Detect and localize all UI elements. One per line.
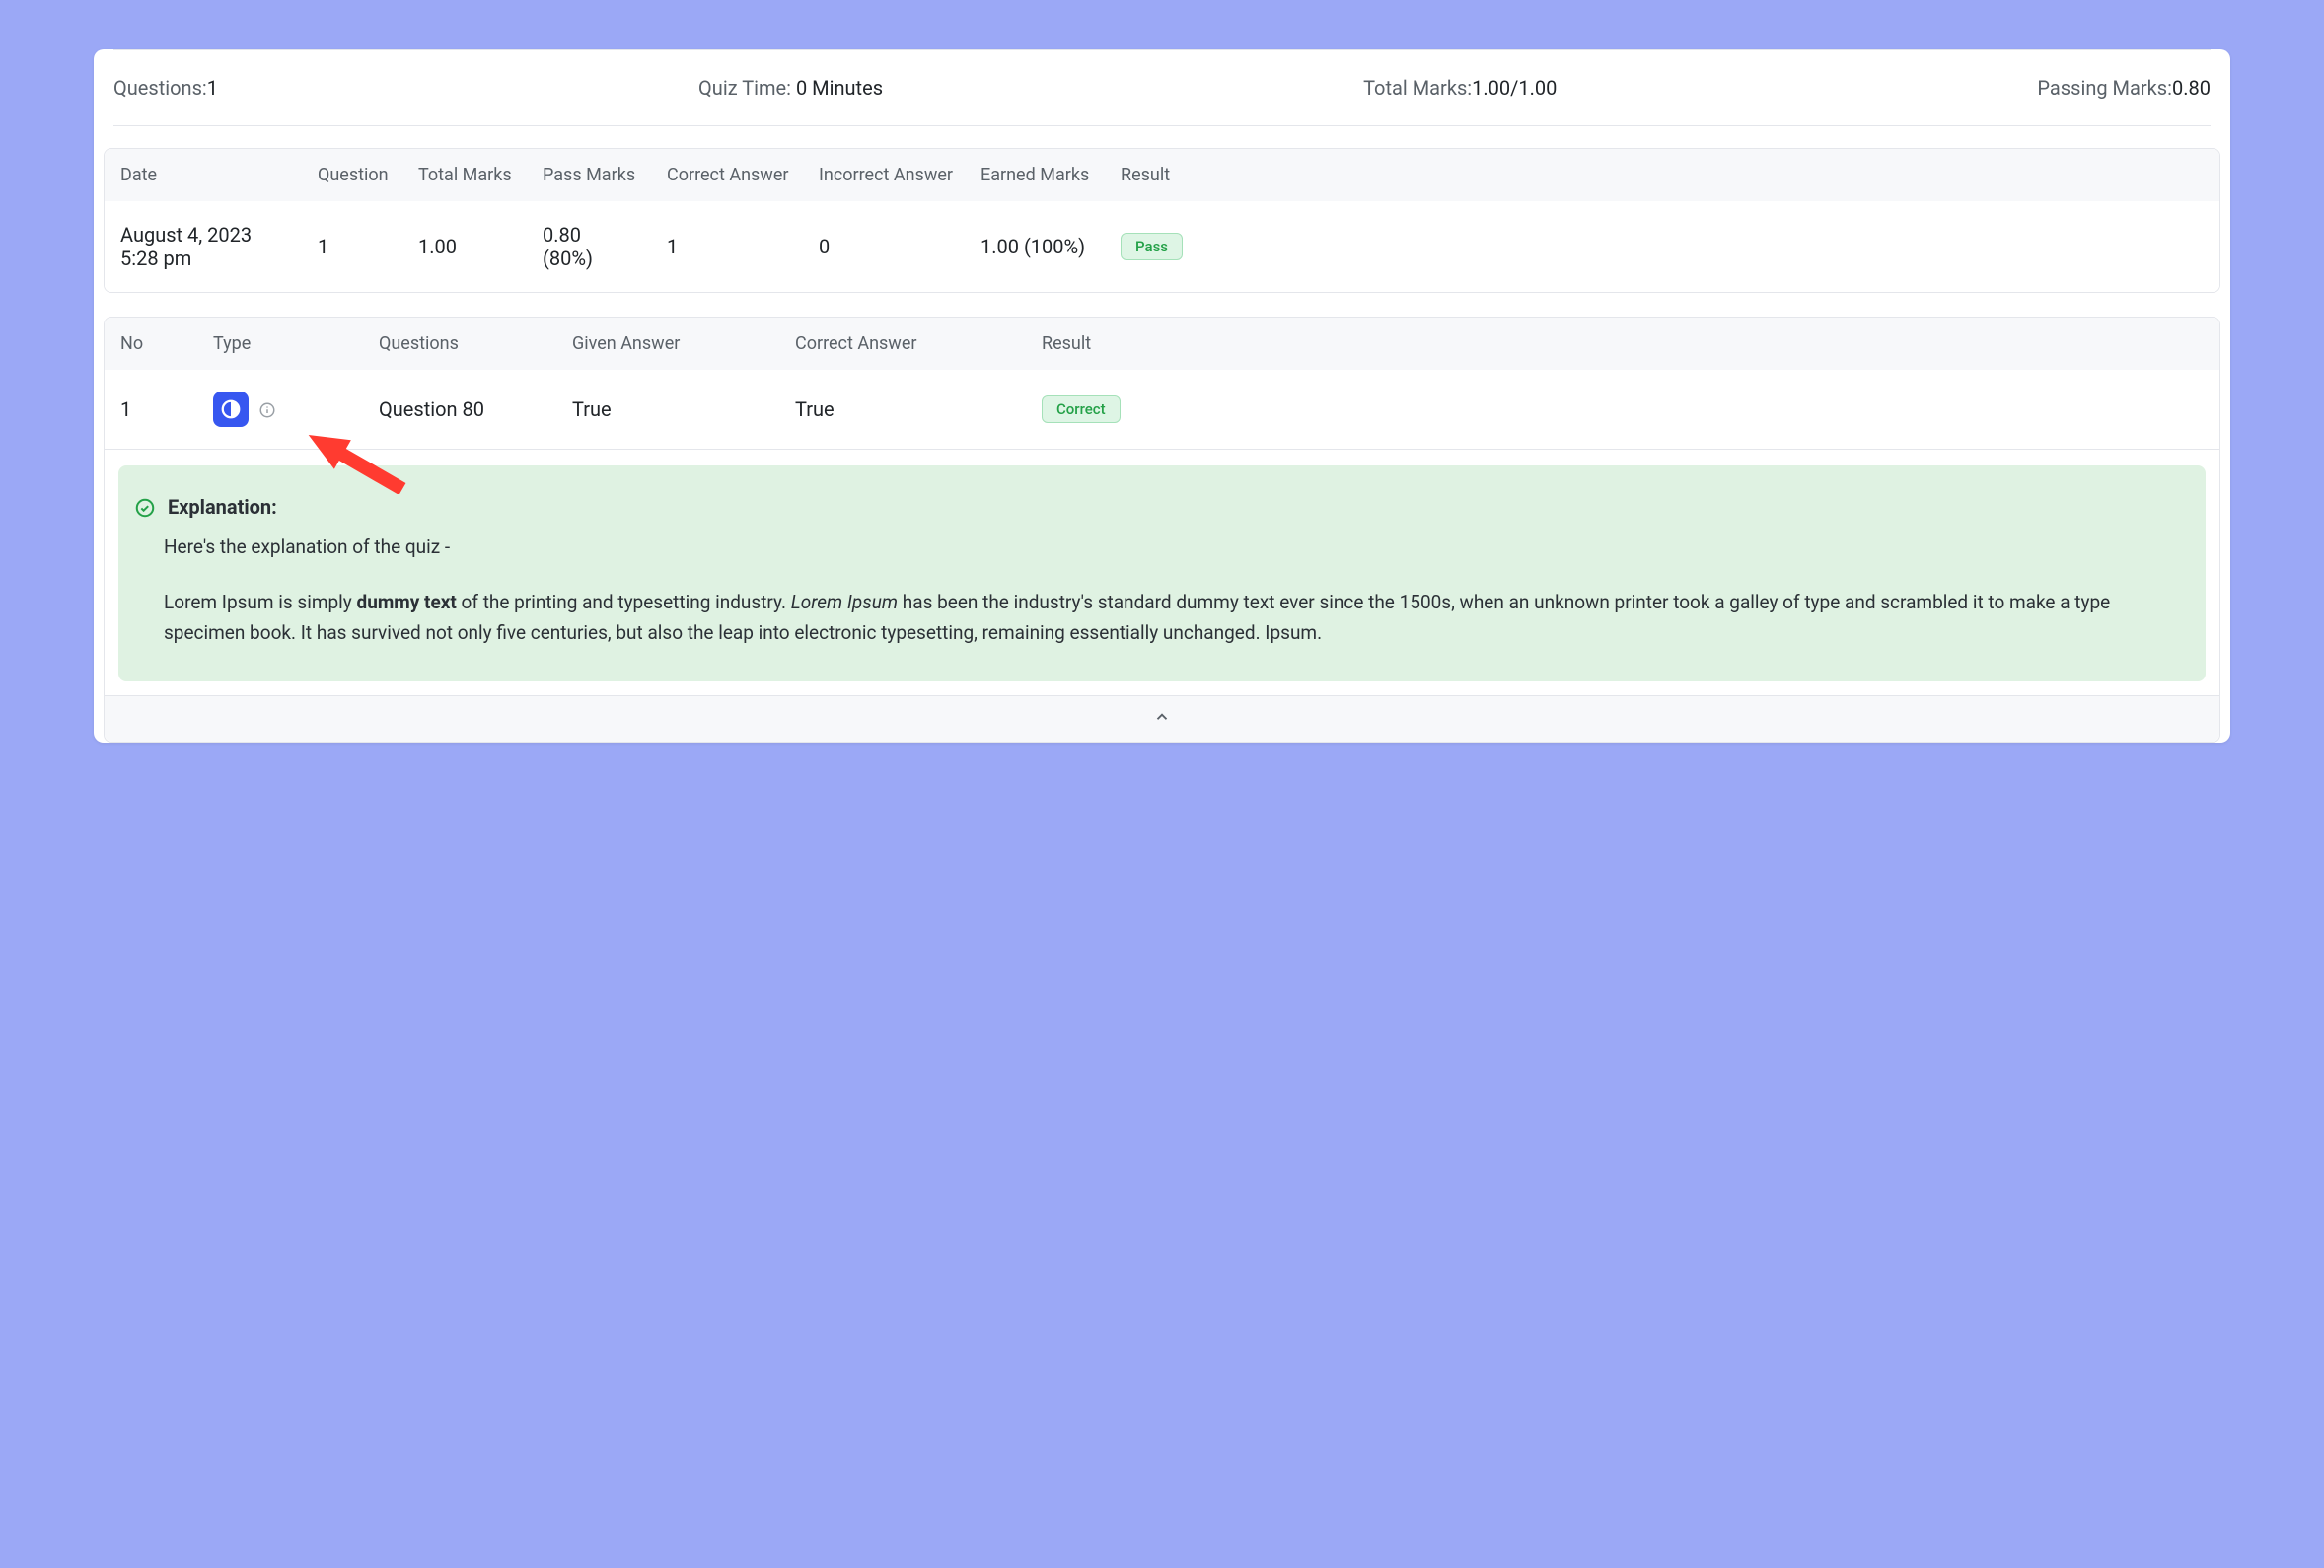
attempts-table: Date Question Total Marks Pass Marks Cor… (104, 148, 2220, 293)
col-earned: Earned Marks (980, 165, 1121, 185)
explanation-box: Explanation: Here's the explanation of t… (118, 465, 2206, 681)
col-correct: Correct Answer (667, 165, 819, 185)
collapse-toggle[interactable] (105, 695, 2219, 742)
info-icon[interactable] (258, 400, 276, 418)
explanation-p1-bold: dummy text (357, 591, 457, 613)
col-correct-ans: Correct Answer (795, 333, 1042, 354)
col-result: Result (1121, 165, 1180, 185)
col-pass-marks: Pass Marks (543, 165, 667, 185)
col-given: Given Answer (572, 333, 795, 354)
correct-badge: Correct (1042, 395, 1121, 423)
quiz-results-card: Questions:1 Quiz Time: 0 Minutes Total M… (94, 49, 2230, 743)
cell-date-line2: 5:28 pm (120, 247, 318, 270)
cell-question: 1 (318, 235, 418, 258)
summary-total-marks: Total Marks:1.00/1.00 (1363, 76, 1557, 100)
col-question: Question (318, 165, 418, 185)
explanation-p1a: Lorem Ipsum is simply (164, 591, 357, 613)
col-date: Date (120, 165, 318, 185)
chevron-up-icon (1153, 708, 1171, 726)
total-marks-value: 1.00/1.00 (1472, 76, 1557, 100)
pass-badge: Pass (1121, 233, 1183, 260)
cell-result-badge: Correct (1042, 395, 1160, 423)
summary-quiz-time: Quiz Time: 0 Minutes (698, 76, 883, 100)
cell-pass-marks: 0.80 (80%) (543, 223, 667, 270)
col-incorrect: Incorrect Answer (819, 165, 980, 185)
cell-earned: 1.00 (100%) (980, 235, 1121, 258)
summary-passing-marks: Passing Marks:0.80 (2037, 76, 2211, 100)
cell-date-line1: August 4, 2023 (120, 223, 318, 247)
attempts-header-row: Date Question Total Marks Pass Marks Cor… (105, 149, 2219, 201)
summary-stats: Questions:1 Quiz Time: 0 Minutes Total M… (113, 50, 2211, 125)
col-total-marks: Total Marks (418, 165, 543, 185)
cell-correct-ans: True (795, 397, 1042, 421)
cell-type (213, 392, 379, 427)
details-row: 1 Question 80 True True Correct (105, 370, 2219, 450)
cell-pass-marks-line2: (80%) (543, 247, 667, 270)
questions-label: Questions: (113, 76, 207, 100)
attempts-row: August 4, 2023 5:28 pm 1 1.00 0.80 (80%)… (105, 201, 2219, 292)
details-table: No Type Questions Given Answer Correct A… (104, 317, 2220, 743)
cell-result: Pass (1121, 233, 1180, 260)
cell-question-text: Question 80 (379, 397, 572, 421)
col-no: No (120, 333, 213, 354)
cell-correct: 1 (667, 235, 819, 258)
explanation-body: Lorem Ipsum is simply dummy text of the … (164, 588, 2178, 648)
total-marks-label: Total Marks: (1363, 76, 1472, 100)
quiz-time-label: Quiz Time: (698, 76, 791, 100)
summary-questions: Questions:1 (113, 76, 218, 100)
quiz-time-value: 0 Minutes (796, 76, 883, 100)
explanation-title: Explanation: (168, 491, 277, 523)
contrast-icon (213, 392, 249, 427)
check-circle-icon (134, 496, 156, 518)
cell-incorrect: 0 (819, 235, 980, 258)
cell-no: 1 (120, 397, 213, 421)
cell-pass-marks-line1: 0.80 (543, 223, 667, 247)
questions-value: 1 (207, 76, 218, 100)
details-header-row: No Type Questions Given Answer Correct A… (105, 318, 2219, 370)
passing-marks-value: 0.80 (2172, 76, 2211, 100)
explanation-intro: Here's the explanation of the quiz - (164, 533, 2178, 562)
col-type: Type (213, 333, 379, 354)
passing-marks-label: Passing Marks: (2037, 76, 2172, 100)
explanation-p1b: of the printing and typesetting industry… (457, 591, 791, 613)
col-questions: Questions (379, 333, 572, 354)
cell-total-marks: 1.00 (418, 235, 543, 258)
col-result2: Result (1042, 333, 1160, 354)
cell-given: True (572, 397, 795, 421)
explanation-p1-italic: Lorem Ipsum (791, 591, 898, 613)
summary-section: Questions:1 Quiz Time: 0 Minutes Total M… (94, 49, 2230, 126)
cell-date: August 4, 2023 5:28 pm (120, 223, 318, 270)
explanation-heading: Explanation: (134, 491, 2178, 523)
